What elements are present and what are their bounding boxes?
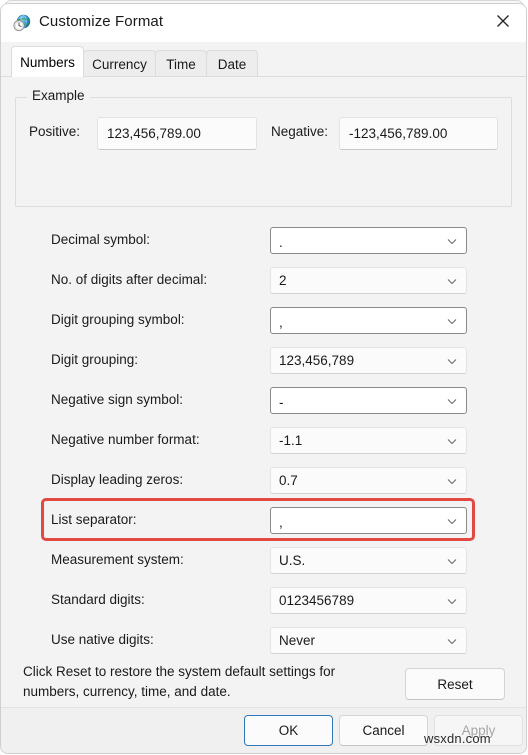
negative-example-field: -123,456,789.00 — [339, 117, 498, 150]
close-icon[interactable] — [480, 4, 526, 37]
combo-digit-grouping[interactable]: 123,456,789 — [270, 347, 467, 374]
combo-value: - — [279, 395, 284, 410]
tab-time[interactable]: Time — [155, 50, 207, 77]
combo-list-separator[interactable]: , — [270, 507, 467, 534]
combo-negative-number-format[interactable]: -1.1 — [270, 427, 467, 454]
combo-negative-sign-symbol[interactable]: - — [270, 387, 467, 414]
label-list-separator: List separator: — [51, 512, 137, 527]
reset-description: Click Reset to restore the system defaul… — [23, 664, 336, 699]
cancel-button[interactable]: Cancel — [339, 715, 428, 746]
chevron-down-icon[interactable] — [446, 635, 458, 647]
label-display-leading-zeros: Display leading zeros: — [51, 472, 184, 487]
chevron-down-icon[interactable] — [446, 235, 458, 247]
label-measurement-system: Measurement system: — [51, 552, 184, 567]
tab-currency[interactable]: Currency — [83, 50, 156, 77]
example-group — [15, 97, 512, 207]
chevron-down-icon[interactable] — [446, 315, 458, 327]
combo-value: . — [279, 235, 283, 250]
label-standard-digits: Standard digits: — [51, 592, 145, 607]
negative-example-label: Negative: — [271, 124, 329, 139]
label-negative-sign-symbol: Negative sign symbol: — [51, 392, 184, 407]
chevron-down-icon[interactable] — [446, 515, 458, 527]
combo-measurement-system[interactable]: U.S. — [270, 547, 467, 574]
numbers-tab-panel: Example Positive: 123,456,789.00 Negativ… — [1, 76, 526, 654]
combo-digit-grouping-symbol[interactable]: , — [270, 307, 467, 334]
reset-button[interactable]: Reset — [405, 668, 505, 700]
combo-decimal-symbol[interactable]: . — [270, 227, 467, 254]
chevron-down-icon[interactable] — [446, 395, 458, 407]
tab-strip: Numbers Currency Time Date — [1, 42, 526, 77]
watermark: wsxdn.com — [424, 731, 491, 746]
combo-value: , — [279, 315, 283, 330]
ok-button[interactable]: OK — [244, 715, 333, 746]
combo-value: Never — [279, 633, 316, 648]
chevron-down-icon[interactable] — [446, 555, 458, 567]
combo-value: 0123456789 — [279, 593, 355, 608]
chevron-down-icon[interactable] — [446, 595, 458, 607]
label-decimal-symbol: Decimal symbol: — [51, 232, 151, 247]
window-title: Customize Format — [39, 13, 164, 30]
combo-value: , — [279, 515, 283, 530]
positive-example-field: 123,456,789.00 — [97, 117, 257, 150]
combo-display-leading-zeros[interactable]: 0.7 — [270, 467, 467, 494]
dialog-footer: OK Cancel Apply — [1, 707, 526, 753]
label-digit-grouping-symbol: Digit grouping symbol: — [51, 312, 185, 327]
label-use-native-digits: Use native digits: — [51, 632, 154, 647]
example-group-legend: Example — [27, 88, 90, 103]
combo-no-of-digits-after-decimal[interactable]: 2 — [270, 267, 467, 294]
tab-date[interactable]: Date — [206, 50, 258, 77]
region-globe-clock-icon — [13, 14, 31, 32]
combo-standard-digits[interactable]: 0123456789 — [270, 587, 467, 614]
combo-value: 0.7 — [279, 473, 298, 488]
title-bar: Customize Format — [1, 4, 526, 42]
tab-numbers[interactable]: Numbers — [11, 46, 84, 77]
label-no-of-digits-after-decimal: No. of digits after decimal: — [51, 272, 208, 287]
chevron-down-icon[interactable] — [446, 355, 458, 367]
label-negative-number-format: Negative number format: — [51, 432, 200, 447]
combo-value: -1.1 — [279, 433, 303, 448]
customize-format-dialog: Customize Format Numbers Currency Time Date… — [0, 3, 527, 754]
label-digit-grouping: Digit grouping: — [51, 352, 139, 367]
combo-value: 123,456,789 — [279, 353, 355, 368]
combo-use-native-digits[interactable]: Never — [270, 627, 467, 654]
chevron-down-icon[interactable] — [446, 435, 458, 447]
positive-example-label: Positive: — [29, 124, 81, 139]
combo-value: U.S. — [279, 553, 306, 568]
combo-value: 2 — [279, 273, 287, 288]
chevron-down-icon[interactable] — [446, 475, 458, 487]
chevron-down-icon[interactable] — [446, 275, 458, 287]
